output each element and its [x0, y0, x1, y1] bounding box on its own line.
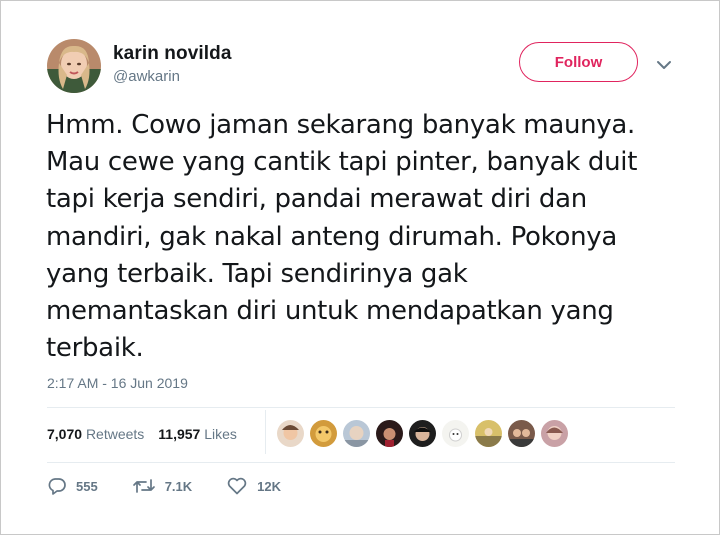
tweet-text: Hmm. Cowo jaman sekarang banyak maunya. …: [46, 107, 696, 367]
retweet-icon: [132, 476, 156, 496]
likes-label: Likes: [204, 426, 237, 442]
retweets-stat[interactable]: 7,070 Retweets: [47, 426, 144, 442]
liker-avatar[interactable]: [541, 420, 568, 447]
chevron-down-icon[interactable]: [655, 58, 673, 70]
tweet-text-line: tapi kerja sendiri, pandai merawat diri …: [46, 184, 587, 215]
divider: [47, 407, 675, 408]
liker-avatar[interactable]: [508, 420, 535, 447]
follow-button[interactable]: Follow: [519, 42, 638, 82]
author-handle[interactable]: @awkarin: [113, 68, 180, 85]
reply-button[interactable]: 555: [47, 476, 98, 496]
reply-count: 555: [76, 478, 98, 494]
tweet-timestamp[interactable]: 2:17 AM - 16 Jun 2019: [47, 375, 188, 391]
author-avatar[interactable]: [47, 39, 101, 93]
tweet-text-line: Hmm. Cowo jaman sekarang banyak maunya.: [46, 110, 635, 140]
like-count: 12K: [257, 478, 282, 494]
stats-separator: [265, 410, 266, 454]
liker-avatar[interactable]: [310, 420, 337, 447]
tweet-text-line: yang terbaik. Tapi sendirinya gak: [46, 258, 468, 289]
retweet-button[interactable]: 7.1K: [132, 476, 192, 496]
author-name[interactable]: karin novilda: [113, 43, 232, 65]
divider: [47, 462, 675, 463]
tweet-text-line: terbaik.: [46, 333, 144, 364]
like-button[interactable]: 12K: [226, 476, 281, 496]
liker-avatar[interactable]: [475, 420, 502, 447]
likes-count: 11,957: [158, 426, 201, 442]
liker-avatar[interactable]: [442, 420, 469, 447]
retweets-label: Retweets: [85, 426, 145, 442]
tweet-card: karin novilda @awkarin Follow Hmm. Cowo …: [0, 0, 720, 535]
liker-avatar[interactable]: [409, 420, 436, 447]
tweet-actions: 555 7.1K 12K: [47, 476, 281, 496]
liker-avatars: [277, 420, 568, 447]
liker-avatar[interactable]: [343, 420, 370, 447]
retweets-count: 7,070: [47, 426, 83, 442]
engagement-stats: 7,070 Retweets 11,957 Likes: [47, 426, 237, 442]
reply-icon: [47, 476, 67, 496]
tweet-text-line: memantaskan diri untuk mendapatkan yang: [46, 296, 614, 327]
tweet-text-line: mandiri, gak nakal anteng dirumah. Pokon…: [46, 221, 618, 252]
liker-avatar[interactable]: [376, 420, 403, 447]
heart-icon: [226, 476, 248, 496]
tweet-text-line: Mau cewe yang cantik tapi pinter, banyak…: [46, 147, 638, 178]
likes-stat[interactable]: 11,957 Likes: [158, 426, 237, 442]
retweet-count: 7.1K: [164, 478, 193, 494]
liker-avatar[interactable]: [277, 420, 304, 447]
